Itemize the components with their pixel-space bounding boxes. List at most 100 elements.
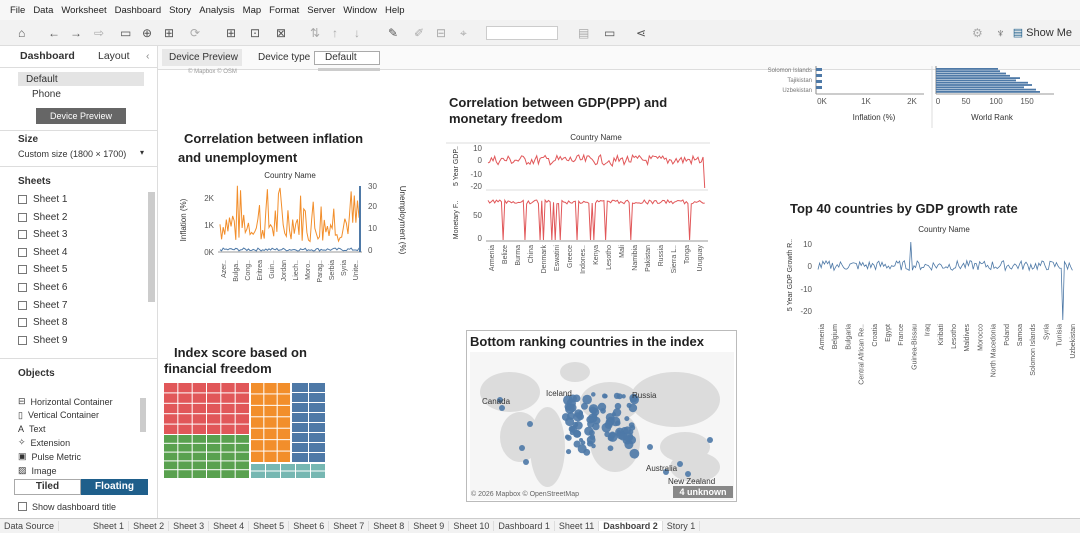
fit-dropdown[interactable] — [486, 26, 558, 40]
sort-asc-icon[interactable]: ↑ — [332, 24, 338, 42]
sidebar-sheet-3[interactable]: Sheet 3 — [18, 229, 67, 240]
presentation-icon[interactable]: ▭ — [604, 24, 615, 42]
sheets-scrollbar[interactable] — [148, 192, 155, 302]
tiled-button[interactable]: Tiled — [14, 479, 81, 495]
treemap-cell-blue — [292, 443, 308, 452]
object-horizontal-container[interactable]: ⊟ Horizontal Container — [18, 396, 113, 407]
tab-sheet-1[interactable]: Sheet 1 — [89, 521, 130, 531]
device-phone[interactable]: Phone — [32, 89, 61, 100]
unknown-badge[interactable]: 4 unknown — [673, 486, 733, 498]
show-me-button[interactable]: ▤ Show Me — [1013, 24, 1072, 42]
tab-sheet-6[interactable]: Sheet 6 — [289, 521, 330, 531]
swap-icon[interactable]: ⇅ — [310, 24, 320, 42]
add-sheet-icon[interactable]: ⊞ — [226, 24, 236, 42]
tab-sheet-10[interactable]: Sheet 10 — [449, 521, 495, 531]
menu-bar: File Data Worksheet Dashboard Story Analysis M… — [0, 0, 1080, 20]
sidebar-sheet-8[interactable]: Sheet 8 — [18, 317, 67, 328]
device-preview-tab[interactable]: Device Preview — [162, 49, 242, 66]
menu-worksheet[interactable]: Worksheet — [61, 5, 106, 16]
mapbox-top-credit: © Mapbox © OSM — [188, 69, 237, 75]
floating-button[interactable]: Floating — [81, 479, 148, 495]
sidebar-sheet-1[interactable]: Sheet 1 — [18, 194, 67, 205]
pin-icon[interactable]: ⌖ — [460, 24, 467, 42]
menu-map[interactable]: Map — [243, 5, 261, 16]
object-vertical-container[interactable]: ▯ Vertical Container — [18, 410, 99, 421]
menu-file[interactable]: File — [10, 5, 25, 16]
inflation-rank-chart[interactable]: Solomon Islands Tajikistan Uzbekistan 0K 1K 2… — [724, 66, 1056, 128]
annotate-icon[interactable]: ✐ — [414, 24, 424, 42]
objects-scrollbar[interactable] — [140, 398, 146, 432]
treemap-cell-orange — [277, 394, 290, 405]
device-preview-button[interactable]: Device Preview — [36, 108, 126, 124]
new-sheet-icon[interactable]: ⊞ — [164, 24, 174, 42]
menu-story[interactable]: Story — [169, 5, 191, 16]
labels-icon[interactable]: ▤ — [578, 24, 589, 42]
sidebar-sheet-2[interactable]: Sheet 2 — [18, 212, 67, 223]
back-icon[interactable]: ← — [48, 24, 60, 42]
object-label: Pulse Metric — [31, 451, 82, 462]
menu-window[interactable]: Window — [343, 5, 377, 16]
fix-axes-icon[interactable]: ⊟ — [436, 24, 446, 42]
object-image[interactable]: ▨ Image — [18, 465, 57, 476]
object-pulse-metric[interactable]: ▣ Pulse Metric — [18, 451, 81, 462]
pin-tool-icon[interactable]: ♆ — [996, 24, 1005, 42]
connect-icon[interactable]: ⇨ — [94, 24, 104, 42]
tab-sheet-5[interactable]: Sheet 5 — [249, 521, 290, 531]
tab-dashboard[interactable]: Dashboard — [20, 50, 75, 62]
tab-data-source[interactable]: Data Source — [0, 521, 60, 531]
new-datasource-icon[interactable]: ⊕ — [142, 24, 152, 42]
share-icon[interactable]: ⋖ — [636, 24, 646, 42]
tab-sheet-3[interactable]: Sheet 3 — [169, 521, 210, 531]
sort-desc-icon[interactable]: ↓ — [354, 24, 360, 42]
save-icon[interactable]: ▭ — [120, 24, 131, 42]
menu-data[interactable]: Data — [33, 5, 53, 16]
tab-dashboard-1[interactable]: Dashboard 1 — [494, 521, 555, 531]
tab-layout[interactable]: Layout — [98, 50, 130, 62]
top40-xlabel: Armenia — [819, 324, 826, 350]
sidebar-sheet-4[interactable]: Sheet 4 — [18, 247, 67, 258]
sidebar-sheet-5[interactable]: Sheet 5 — [18, 264, 67, 275]
menu-analysis[interactable]: Analysis — [199, 5, 234, 16]
sidebar-sheet-9[interactable]: Sheet 9 — [18, 335, 67, 346]
object-extension[interactable]: ✧ Extension — [18, 437, 70, 448]
menu-server[interactable]: Server — [307, 5, 335, 16]
sheet-label: Sheet 5 — [33, 264, 68, 276]
tab-dashboard-2[interactable]: Dashboard 2 — [599, 521, 663, 531]
sidebar-sheet-6[interactable]: Sheet 6 — [18, 282, 67, 293]
refresh-icon[interactable]: ⟳ — [190, 24, 200, 42]
inflation-chart[interactable]: Country Name Inflation (%) Unemployment (%… — [174, 168, 410, 290]
top40-chart[interactable]: Country Name 5 Year GDP Growth R.. 10 0 -10 -… — [784, 220, 1076, 400]
duplicate-icon[interactable]: ⊡ — [250, 24, 260, 42]
tab-sheet-2[interactable]: Sheet 2 — [129, 521, 170, 531]
financial-freedom-treemap[interactable] — [164, 383, 326, 480]
device-type-select[interactable]: Default — [314, 51, 380, 65]
menu-dashboard[interactable]: Dashboard — [115, 5, 161, 16]
map-landmass — [530, 407, 565, 487]
show-title-checkbox[interactable] — [18, 502, 27, 511]
unemployment-ytick: 10 — [368, 224, 377, 233]
object-text[interactable]: A Text — [18, 424, 46, 434]
tab-sheet-4[interactable]: Sheet 4 — [209, 521, 250, 531]
size-dropdown-icon[interactable]: ▾ — [140, 148, 144, 157]
collapse-icon[interactable]: ‹ — [146, 50, 150, 62]
tab-story-1[interactable]: Story 1 — [663, 521, 701, 531]
forward-icon[interactable]: → — [70, 24, 82, 42]
tab-sheet-7[interactable]: Sheet 7 — [329, 521, 370, 531]
bottom-ranking-map[interactable]: Canada Iceland Russia Australia New Zealand — [470, 352, 734, 500]
gdp-xlabel: Uruguay — [697, 245, 704, 272]
settings-icon[interactable]: ⚙ — [972, 24, 983, 42]
menu-format[interactable]: Format — [269, 5, 299, 16]
tab-sheet-9[interactable]: Sheet 9 — [409, 521, 450, 531]
sidebar-sheet-7[interactable]: Sheet 7 — [18, 300, 67, 311]
scroll-indicator[interactable] — [318, 68, 380, 71]
tab-sheet-11[interactable]: Sheet 11 — [555, 521, 600, 531]
gdp-monetary-chart[interactable]: Country Name 5 Year GDP.. Monetary F.. 10 0 -… — [446, 130, 710, 282]
clear-icon[interactable]: ⊠ — [276, 24, 286, 42]
size-value[interactable]: Custom size (1800 × 1700) — [18, 149, 126, 159]
home-icon[interactable]: ⌂ — [18, 24, 25, 42]
tab-sheet-8[interactable]: Sheet 8 — [369, 521, 410, 531]
menu-help[interactable]: Help — [385, 5, 405, 16]
sheet-label: Sheet 6 — [33, 282, 68, 293]
highlight-icon[interactable]: ✎ — [388, 24, 398, 42]
treemap-cell-red — [221, 403, 235, 414]
